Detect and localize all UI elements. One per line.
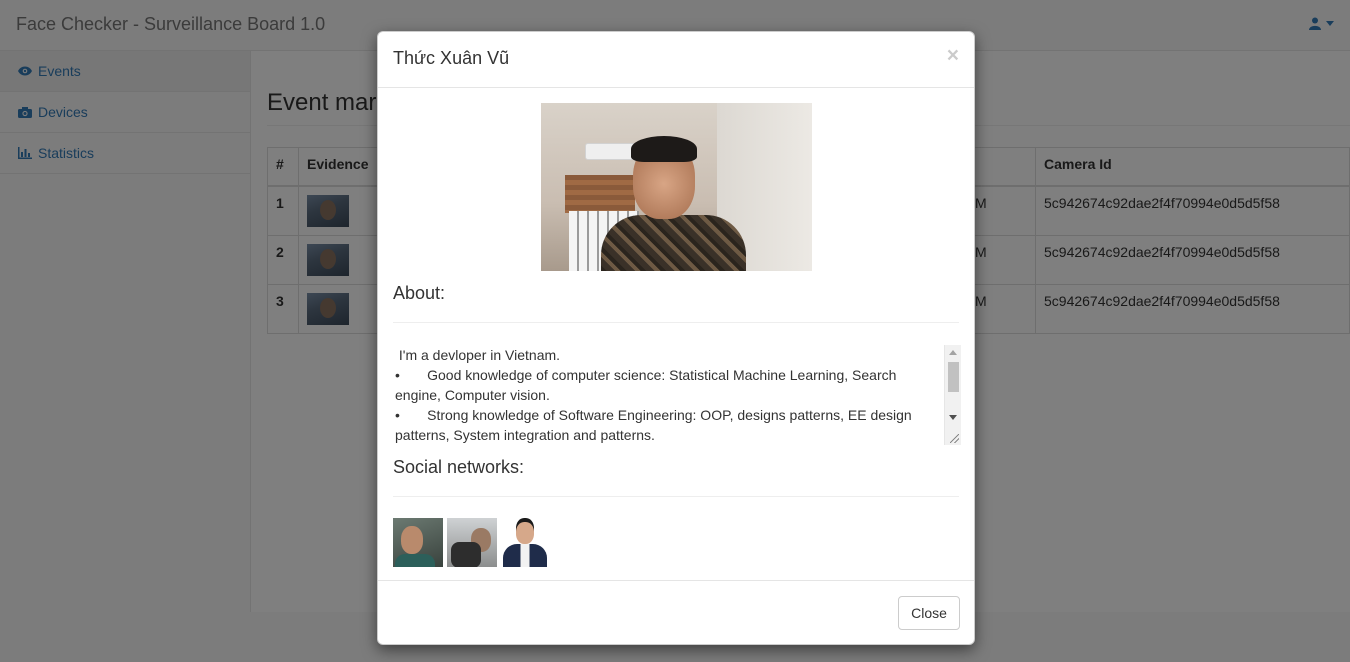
- social-avatar[interactable]: [393, 518, 443, 567]
- about-text: I'm a devloper in Vietnam. • Good knowle…: [395, 347, 912, 443]
- social-avatar[interactable]: [501, 518, 549, 567]
- close-icon[interactable]: ×: [947, 45, 959, 66]
- scrollbar[interactable]: [944, 345, 961, 445]
- modal-body: About: I'm a devloper in Vietnam. • Good…: [378, 88, 974, 582]
- about-heading: About:: [393, 283, 446, 303]
- about-textarea[interactable]: I'm a devloper in Vietnam. • Good knowle…: [393, 345, 961, 445]
- scroll-up-icon[interactable]: [949, 350, 957, 355]
- close-button[interactable]: Close: [898, 596, 960, 630]
- modal-header: Thức Xuân Vũ ×: [378, 32, 974, 88]
- divider: [393, 322, 959, 323]
- modal-footer: Close: [378, 580, 974, 644]
- modal-title: Thức Xuân Vũ: [393, 48, 510, 68]
- resize-grip-icon[interactable]: [950, 434, 959, 443]
- profile-modal: Thức Xuân Vũ × About: I'm a devloper in …: [377, 31, 975, 645]
- social-avatar[interactable]: [447, 518, 497, 567]
- divider: [393, 496, 959, 497]
- social-heading: Social networks:: [393, 457, 525, 477]
- scroll-thumb[interactable]: [948, 362, 959, 392]
- profile-photo: [540, 103, 812, 271]
- social-networks: [393, 518, 959, 567]
- scroll-down-icon[interactable]: [949, 415, 957, 420]
